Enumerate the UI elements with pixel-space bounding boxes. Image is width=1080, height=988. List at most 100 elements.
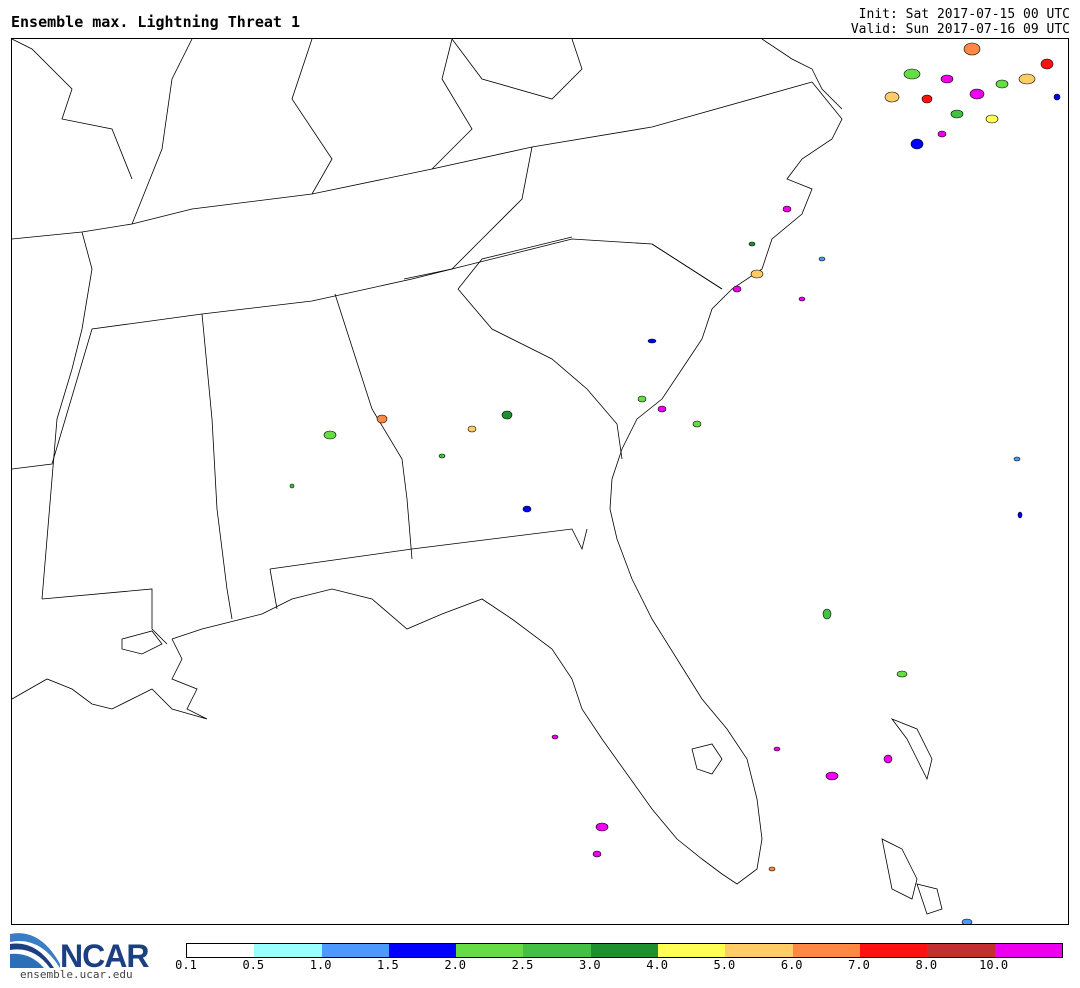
threat-cell: [995, 79, 1009, 89]
state-border: [269, 528, 588, 570]
colorbar-tick-label: 5.0: [713, 958, 736, 972]
threat-cell: [1053, 93, 1061, 101]
bahamas-island: [881, 838, 918, 900]
threat-cell: [773, 746, 781, 752]
threat-cell: [750, 269, 764, 279]
state-border: [431, 39, 473, 170]
coastline: [121, 630, 163, 655]
bahamas-island: [916, 883, 943, 915]
coastline: [12, 638, 208, 720]
valid-time: Valid: Sun 2017-07-16 09 UTC: [850, 22, 1070, 37]
state-border: [651, 243, 723, 290]
colorbar: [186, 943, 1063, 958]
threat-cell: [884, 91, 900, 103]
coastline: [171, 81, 843, 885]
threat-cell: [592, 850, 602, 858]
threat-cell: [551, 734, 559, 740]
base-map-boundaries: [12, 39, 943, 915]
coastline: [761, 39, 843, 110]
colorbar-swatch: [927, 944, 995, 957]
state-border: [457, 288, 623, 460]
colorbar-swatch: [388, 944, 457, 957]
colorbar-tick-label: 3.0: [578, 958, 601, 972]
threat-cell: [818, 256, 826, 262]
threat-cell: [921, 94, 933, 104]
state-border: [12, 39, 133, 180]
colorbar-swatch: [523, 944, 591, 957]
threat-cell: [940, 74, 954, 84]
colorbar-swatch: [187, 944, 255, 957]
threat-cell: [1018, 73, 1036, 85]
threat-cell: [467, 425, 477, 433]
threat-cell: [961, 918, 973, 924]
threat-cell: [910, 138, 924, 150]
threat-cell: [732, 285, 742, 293]
state-border: [41, 231, 93, 600]
threat-cell: [657, 405, 667, 413]
colorbar-tick-label: 0.1: [175, 958, 197, 972]
state-border: [451, 39, 583, 100]
threat-cell: [637, 395, 647, 403]
threat-cell: [825, 771, 839, 781]
threat-cell: [896, 670, 908, 678]
colorbar-ticks: 0.1 0.5 1.0 1.5 2.0 2.5 3.0 4.0 5.0 6.0 7.0 8.0 10.0: [0, 958, 1080, 974]
state-border: [269, 568, 278, 610]
colorbar-tick-label: 7.0: [848, 958, 870, 972]
colorbar-tick-label: 8.0: [915, 958, 938, 972]
colorbar-swatch: [859, 944, 928, 957]
bahamas-island: [890, 718, 933, 781]
threat-cell: [883, 754, 893, 764]
colorbar-tick-label: 4.0: [646, 958, 668, 972]
threat-cell: [376, 414, 388, 424]
colorbar-swatch: [725, 944, 793, 957]
colorbar-swatch: [792, 944, 860, 957]
colorbar-tick-label: 2.0: [444, 958, 467, 972]
threat-cell: [782, 205, 792, 213]
threat-cell: [323, 430, 337, 440]
threat-cell: [985, 114, 999, 124]
threat-cell: [1040, 58, 1054, 70]
run-info: Init: Sat 2017-07-15 00 UTC Valid: Sun 2…: [851, 7, 1070, 37]
threat-cell: [798, 296, 806, 302]
threat-cell: [963, 42, 981, 56]
map-title: Ensemble max. Lightning Threat 1: [11, 13, 300, 31]
threat-cell: [937, 130, 947, 138]
threat-cell: [950, 109, 964, 119]
colorbar-swatch: [254, 944, 322, 957]
threat-cell: [748, 241, 756, 247]
state-border: [12, 238, 723, 470]
lake-okeechobee: [691, 743, 723, 775]
colorbar-swatch: [321, 944, 389, 957]
colorbar-tick-label: 1.0: [309, 958, 332, 972]
state-border: [403, 146, 533, 280]
threat-cell: [595, 822, 609, 832]
state-border: [41, 588, 168, 645]
threat-cell: [1013, 456, 1021, 462]
state-border: [12, 81, 813, 240]
threat-cell: [692, 420, 702, 428]
threat-cell: [822, 608, 832, 620]
threat-cell: [1017, 511, 1023, 519]
colorbar-swatch: [994, 944, 1062, 957]
colorbar-swatch: [590, 944, 659, 957]
threat-cell: [647, 338, 657, 344]
state-border: [334, 293, 413, 560]
colorbar-tick-label: 6.0: [780, 958, 803, 972]
colorbar-swatch: [658, 944, 726, 957]
threat-cell: [768, 866, 776, 872]
lightning-threat-map: [11, 38, 1069, 925]
threat-cell: [438, 453, 446, 459]
colorbar-tick-label: 0.5: [242, 958, 265, 972]
colorbar-tick-label: 10.0: [979, 958, 1009, 972]
colorbar-tick-label: 1.5: [377, 958, 399, 972]
state-border: [201, 313, 233, 620]
colorbar-swatch: [456, 944, 524, 957]
state-border: [291, 39, 333, 195]
colorbar-tick-label: 2.5: [511, 958, 534, 972]
threat-cell: [289, 483, 295, 489]
threat-cell: [903, 68, 921, 80]
threat-cell: [969, 88, 985, 100]
threat-cell: [522, 505, 532, 513]
init-time: Init: Sat 2017-07-15 00 UTC: [858, 7, 1070, 22]
state-border: [131, 39, 193, 225]
